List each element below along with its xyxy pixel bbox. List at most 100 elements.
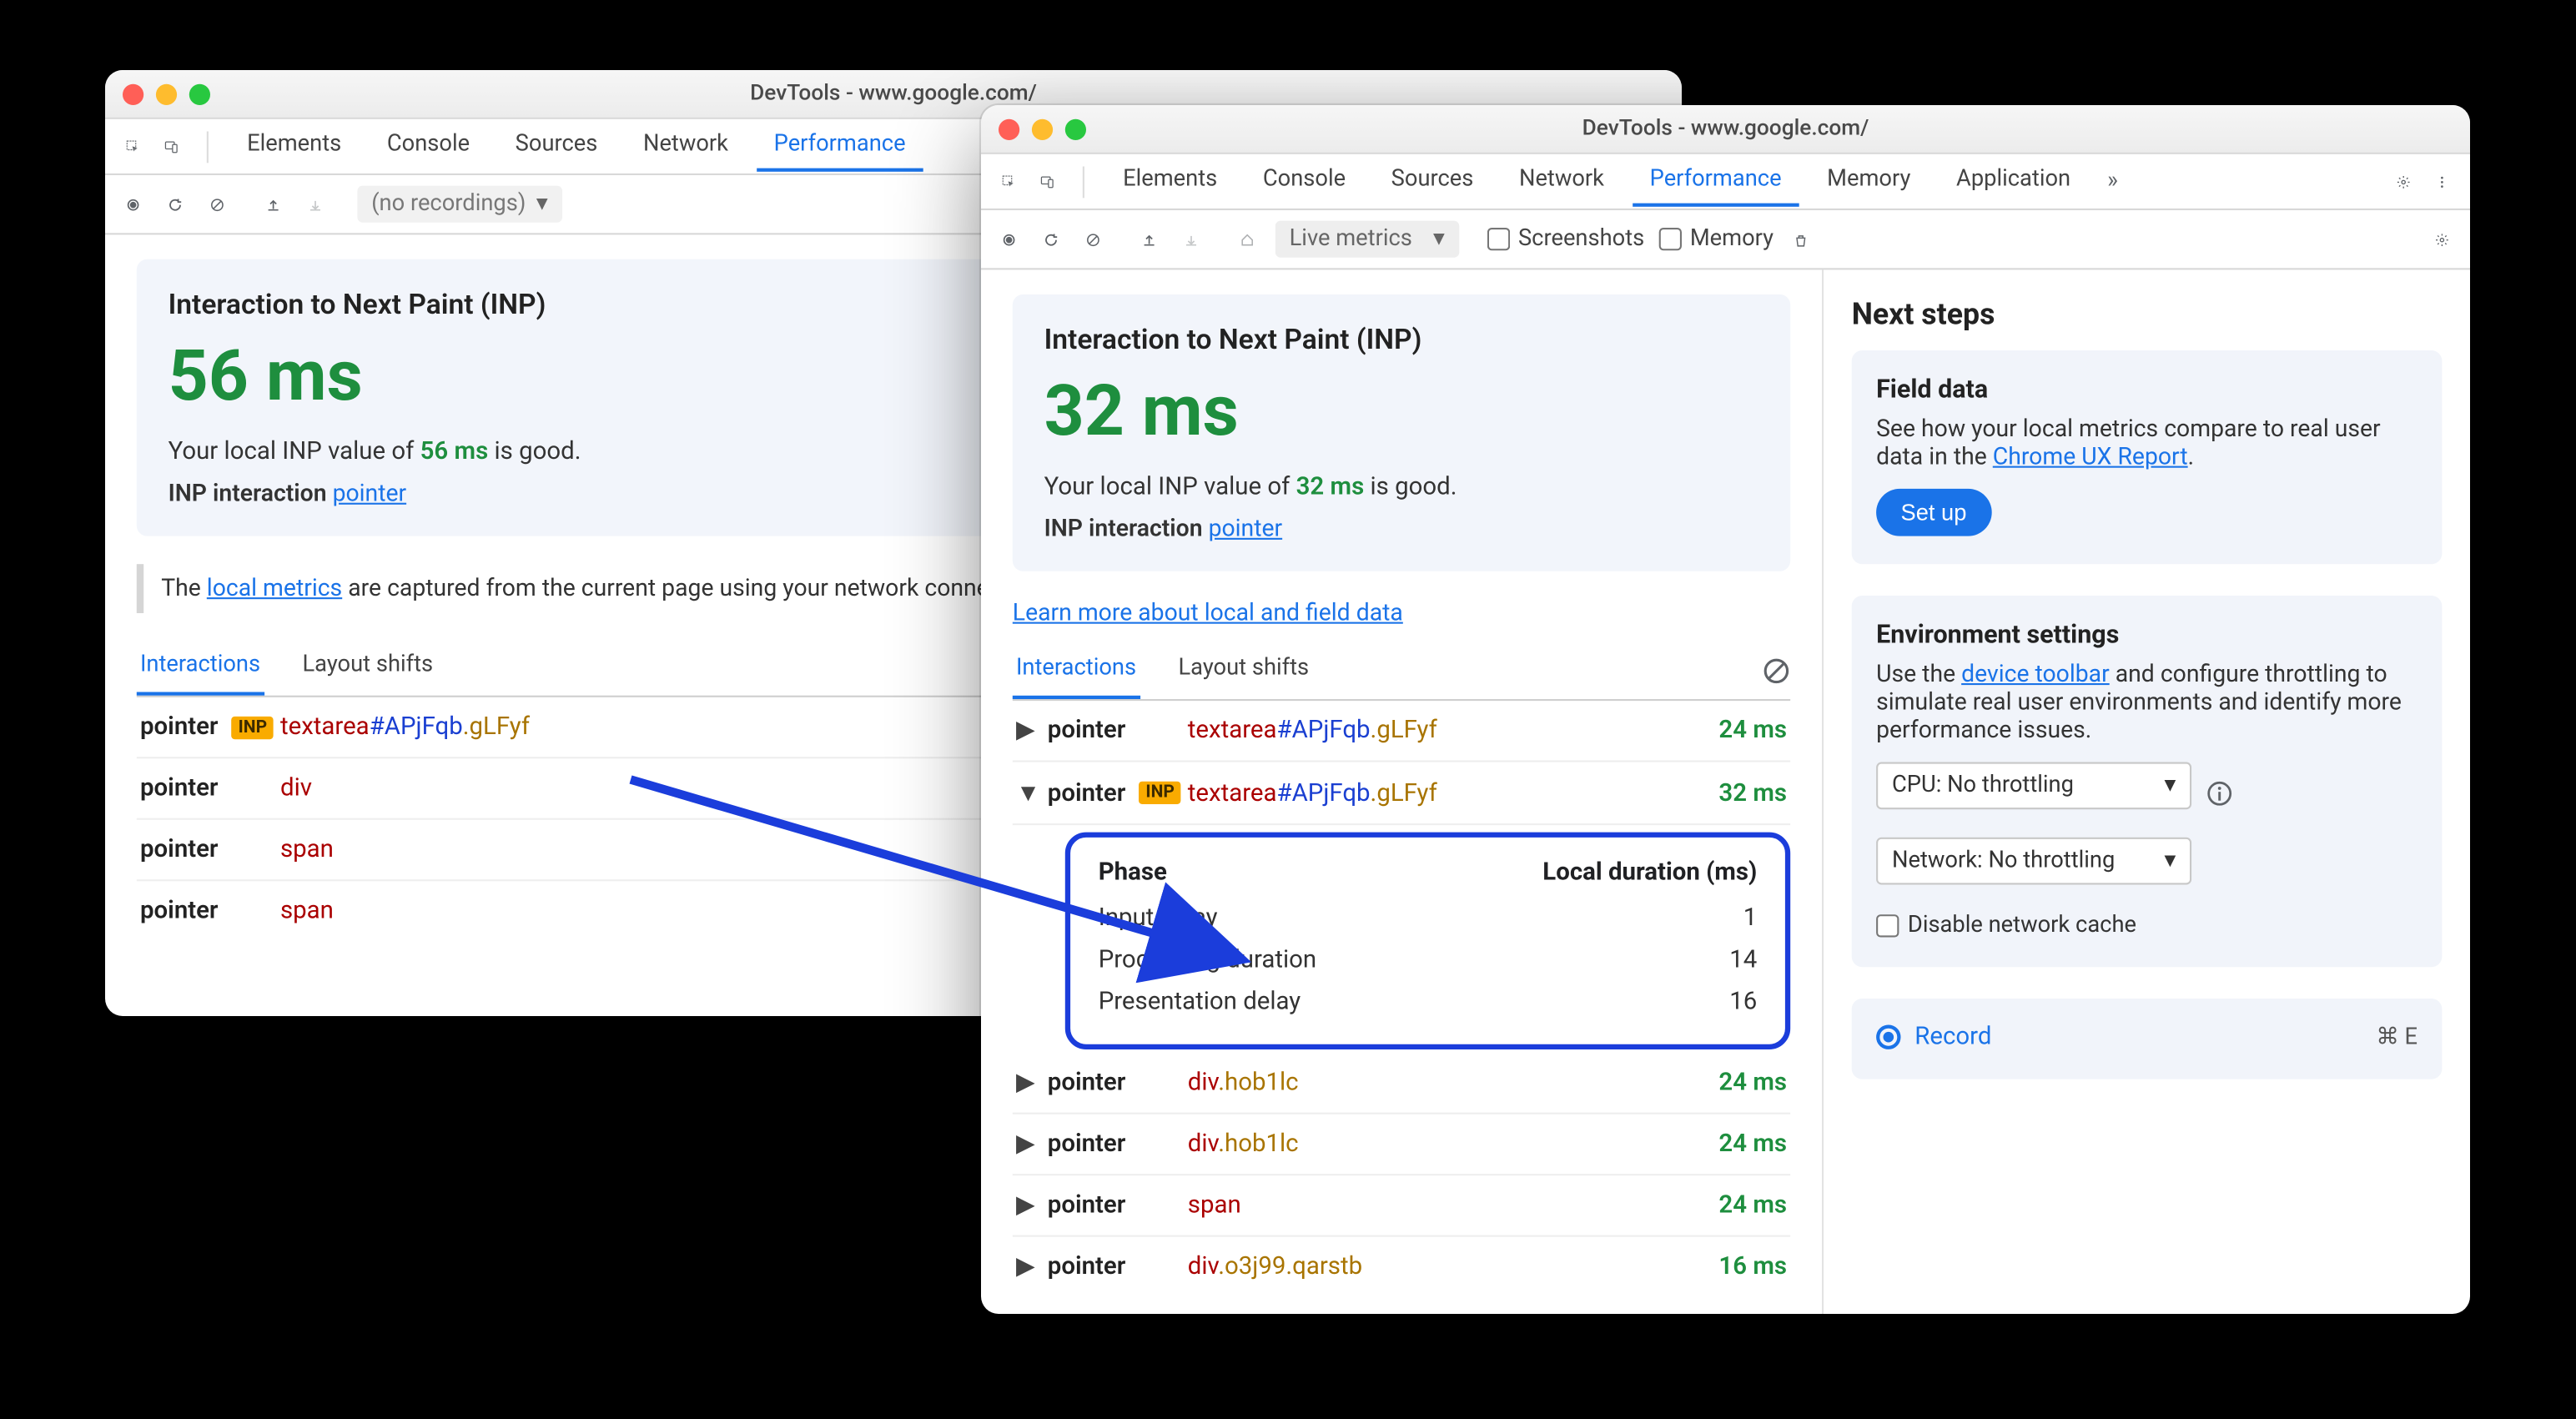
field-data-body: See how your local metrics compare to re… — [1876, 415, 2418, 471]
record-shortcut: ⌘ E — [2376, 1024, 2418, 1050]
traffic-minimize[interactable] — [1032, 118, 1053, 139]
clear-icon[interactable] — [204, 190, 232, 219]
learn-more-link[interactable]: Learn more about local and field data — [1013, 599, 1403, 627]
interaction-target: textarea#APjFqb.gLFyf — [1188, 717, 1682, 745]
recording-mode-label: Live metrics — [1290, 226, 1412, 253]
tab-console[interactable]: Console — [370, 121, 487, 172]
memory-label: Memory — [1690, 226, 1774, 253]
phase-head-duration: Local duration (ms) — [1542, 858, 1757, 887]
window-title: DevTools - www.google.com/ — [1099, 116, 2353, 143]
traffic-close[interactable] — [123, 83, 143, 104]
phase-row-value: 14 — [1729, 946, 1757, 974]
tab-network[interactable]: Network — [1502, 156, 1622, 207]
cpu-throttling-select[interactable]: CPU: No throttling▾ — [1876, 762, 2191, 809]
window-title: DevTools - www.google.com/ — [223, 81, 1565, 107]
chevron-down-icon: ▾ — [1433, 226, 1445, 253]
download-icon[interactable] — [301, 190, 330, 219]
env-settings-title: Environment settings — [1876, 620, 2418, 650]
interaction-row-expanded[interactable]: ▼ pointer INP textarea#APjFqb.gLFyf 32 m… — [1013, 762, 1790, 825]
phase-row-label: Input delay — [1099, 904, 1218, 933]
inp-value: 32 ms — [1044, 370, 1759, 452]
crux-link[interactable]: Chrome UX Report — [1993, 443, 2188, 471]
device-toolbar-icon[interactable] — [1034, 168, 1062, 196]
tab-elements[interactable]: Elements — [1105, 156, 1235, 207]
disclosure-triangle-icon[interactable]: ▶ — [1016, 1191, 1040, 1220]
env-settings-body: Use the device toolbar and configure thr… — [1876, 661, 2418, 745]
inp-card: Interaction to Next Paint (INP) 32 ms Yo… — [1013, 294, 1790, 571]
tab-application[interactable]: Application — [1939, 156, 2088, 207]
perf-toolbar: Live metrics ▾ Screenshots Memory — [981, 210, 2470, 269]
traffic-zoom[interactable] — [189, 83, 210, 104]
tab-network[interactable]: Network — [626, 121, 746, 172]
gc-icon[interactable] — [1788, 225, 1816, 254]
interaction-row[interactable]: ▶ pointer span 24 ms — [1013, 1175, 1790, 1237]
traffic-close[interactable] — [999, 118, 1019, 139]
screenshots-checkbox[interactable]: Screenshots — [1487, 226, 1644, 253]
field-data-card: Field data See how your local metrics co… — [1852, 350, 2443, 564]
interaction-row[interactable]: ▶ pointer div.hob1lc 24 ms — [1013, 1115, 1790, 1176]
reload-record-icon[interactable] — [1037, 225, 1065, 254]
interaction-duration: 32 ms — [1682, 778, 1787, 807]
phase-row-value: 1 — [1743, 904, 1758, 933]
disable-cache-checkbox[interactable]: Disable network cache — [1876, 913, 2418, 939]
tab-performance[interactable]: Performance — [1633, 156, 1799, 207]
panel-settings-icon[interactable] — [2428, 225, 2457, 254]
interaction-duration: 24 ms — [1682, 1130, 1787, 1158]
inspect-icon[interactable] — [119, 133, 148, 161]
traffic-minimize[interactable] — [156, 83, 177, 104]
interaction-row[interactable]: ▶ pointer textarea#APjFqb.gLFyf 24 ms — [1013, 701, 1790, 762]
traffic-zoom[interactable] — [1065, 118, 1086, 139]
tab-sources[interactable]: Sources — [498, 121, 616, 172]
inp-badge: INP — [231, 716, 274, 738]
disclosure-triangle-icon[interactable]: ▶ — [1016, 1252, 1040, 1281]
upload-icon[interactable] — [1135, 225, 1164, 254]
device-toolbar-icon[interactable] — [158, 133, 186, 161]
interaction-target: textarea#APjFqb.gLFyf — [1188, 778, 1682, 807]
record-icon[interactable] — [119, 190, 148, 219]
tab-memory[interactable]: Memory — [1809, 156, 1928, 207]
record-icon[interactable] — [995, 225, 1024, 254]
subtab-layout-shifts[interactable]: Layout shifts — [1175, 642, 1312, 699]
upload-icon[interactable] — [259, 190, 288, 219]
interaction-duration: 24 ms — [1682, 1069, 1787, 1097]
subtab-layout-shifts[interactable]: Layout shifts — [299, 637, 436, 695]
panel-tabbar: Elements Console Sources Network Perform… — [981, 154, 2470, 210]
record-link[interactable]: Record — [1914, 1023, 1991, 1051]
network-throttling-select[interactable]: Network: No throttling▾ — [1876, 838, 2191, 885]
inspect-icon[interactable] — [995, 168, 1024, 196]
kebab-menu-icon[interactable] — [2428, 168, 2457, 196]
chevron-down-icon: ▾ — [2164, 772, 2176, 799]
clear-icon[interactable] — [1079, 225, 1108, 254]
subtab-interactions[interactable]: Interactions — [1013, 642, 1140, 699]
interaction-target: div.hob1lc — [1188, 1130, 1682, 1158]
subtab-interactions[interactable]: Interactions — [137, 637, 264, 695]
reload-record-icon[interactable] — [161, 190, 189, 219]
device-toolbar-link[interactable]: device toolbar — [1961, 661, 2110, 689]
recording-mode-selector[interactable]: Live metrics ▾ — [1275, 221, 1459, 258]
screenshots-label: Screenshots — [1518, 226, 1644, 253]
disclosure-triangle-icon[interactable]: ▼ — [1016, 777, 1040, 808]
tab-elements[interactable]: Elements — [229, 121, 359, 172]
tab-performance[interactable]: Performance — [757, 121, 923, 172]
tabs-overflow-icon[interactable]: » — [2099, 168, 2127, 196]
recording-selector[interactable]: (no recordings) ▾ — [357, 186, 561, 223]
info-icon[interactable] — [2206, 778, 2234, 807]
setup-button[interactable]: Set up — [1876, 489, 1991, 536]
inp-interaction-link[interactable]: pointer — [333, 480, 407, 508]
memory-checkbox[interactable]: Memory — [1658, 226, 1774, 253]
interaction-duration: 24 ms — [1682, 717, 1787, 745]
tab-sources[interactable]: Sources — [1374, 156, 1492, 207]
clear-list-icon[interactable] — [1763, 656, 1791, 684]
home-icon[interactable] — [1233, 225, 1261, 254]
interaction-row[interactable]: ▶ pointer div.o3j99.qarstb 16 ms — [1013, 1237, 1790, 1296]
inp-interaction-link[interactable]: pointer — [1209, 515, 1283, 543]
disclosure-triangle-icon[interactable]: ▶ — [1016, 1130, 1040, 1158]
download-icon[interactable] — [1177, 225, 1205, 254]
settings-icon[interactable] — [2389, 168, 2418, 196]
interaction-row[interactable]: ▶ pointer div.hob1lc 24 ms — [1013, 1053, 1790, 1115]
tab-console[interactable]: Console — [1245, 156, 1363, 207]
inp-interaction-line: INP interaction pointer — [1044, 515, 1759, 543]
disclosure-triangle-icon[interactable]: ▶ — [1016, 717, 1040, 745]
local-metrics-link[interactable]: local metrics — [207, 575, 342, 603]
disclosure-triangle-icon[interactable]: ▶ — [1016, 1069, 1040, 1097]
